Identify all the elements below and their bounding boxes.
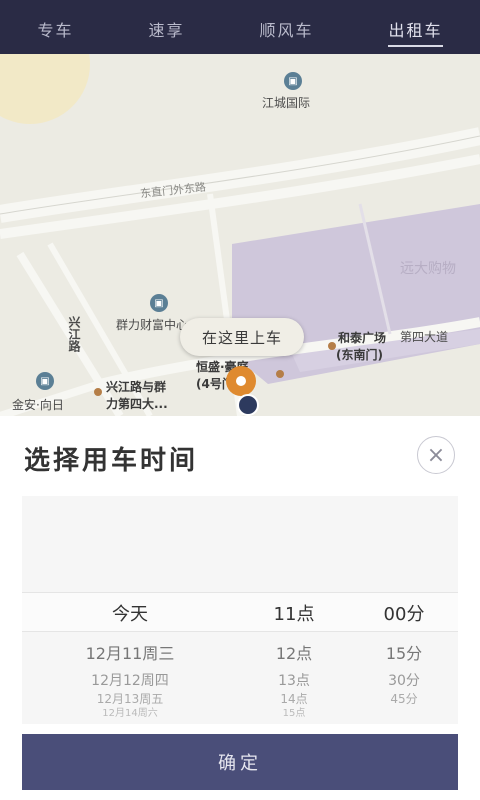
map-label-hetai-gate: (东南门) [336,348,383,362]
picker-minute-option[interactable]: 45分 [364,690,444,707]
building-icon: ▣ [284,72,302,90]
picker-hour-option[interactable]: 15点 [254,704,334,719]
poi-dot [276,370,284,378]
picker-day-option[interactable]: 12月11周三 [60,640,200,664]
map-label-mall: 远大购物 [400,261,456,277]
building-icon: ▣ [150,294,168,312]
poi-dot [94,388,102,396]
map-label-xingjiang-road: 兴江路 [67,316,81,352]
sheet-title: 选择用车时间 [24,446,199,476]
map-view[interactable]: ▣ 江城国际 东直门外东路 远大购物 ▣ 群力财富中心 兴江路 和泰广场 (东南… [0,54,480,416]
time-picker[interactable]: 今天 12月11周三 12月12周四 12月13周五 12月14周六 11点 1… [22,496,458,724]
pickup-pin-icon [226,366,256,396]
map-label-jiangcheng: 江城国际 [262,96,311,110]
picker-day-option[interactable]: 12月14周六 [60,704,200,719]
picker-hour-option[interactable]: 12点 [254,640,334,664]
poi-dot [328,342,336,350]
map-label-fourth-ave: 第四大道 [400,330,449,344]
map-label-xingjiang-junction-2: 力第四大... [106,397,168,411]
map-label-hetai: 和泰广场 [338,331,387,345]
picker-hour-option[interactable]: 13点 [254,670,334,690]
tab-chuzuche[interactable]: 出租车 [388,5,443,49]
pickup-bubble[interactable]: 在这里上车 [180,318,304,356]
map-label-corner-left: 金安·向日 [12,398,64,412]
confirm-button[interactable]: 确定 [22,734,458,790]
close-icon[interactable]: × [417,436,455,474]
current-location-icon [237,394,259,416]
picker-day-selected[interactable]: 今天 [60,600,200,626]
building-icon: ▣ [36,372,54,390]
picker-minute-option[interactable]: 15分 [364,640,444,664]
map-label-qunli: 群力财富中心 [116,318,189,332]
time-picker-sheet: 选择用车时间 × 今天 12月11周三 12月12周四 12月13周五 12月1… [0,416,480,800]
tab-suxiang[interactable]: 速享 [148,5,184,49]
picker-minute-selected[interactable]: 00分 [364,600,444,626]
tab-shunfengche[interactable]: 顺风车 [259,5,313,49]
top-nav: 专车 速享 顺风车 出租车 [0,0,480,54]
tab-zhuanche[interactable]: 专车 [37,5,73,49]
picker-day-option[interactable]: 12月12周四 [60,670,200,690]
picker-hour-selected[interactable]: 11点 [254,600,334,626]
map-label-xingjiang-junction: 兴江路与群 [106,380,167,394]
picker-minute-option[interactable]: 30分 [364,670,444,690]
